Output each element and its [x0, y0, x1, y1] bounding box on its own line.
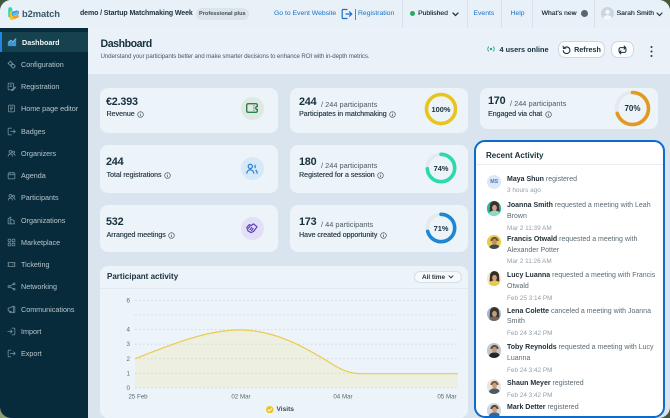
- svg-text:4: 4: [127, 326, 131, 333]
- svg-text:25 Feb: 25 Feb: [128, 393, 148, 400]
- svg-text:05 Mar: 05 Mar: [437, 393, 456, 400]
- svg-text:3: 3: [127, 341, 131, 348]
- svg-text:02 Mar: 02 Mar: [231, 393, 250, 400]
- svg-text:2: 2: [127, 355, 131, 362]
- svg-text:0: 0: [127, 385, 131, 392]
- svg-text:04 Mar: 04 Mar: [333, 393, 352, 400]
- svg-text:1: 1: [127, 370, 131, 377]
- svg-text:6: 6: [127, 297, 131, 304]
